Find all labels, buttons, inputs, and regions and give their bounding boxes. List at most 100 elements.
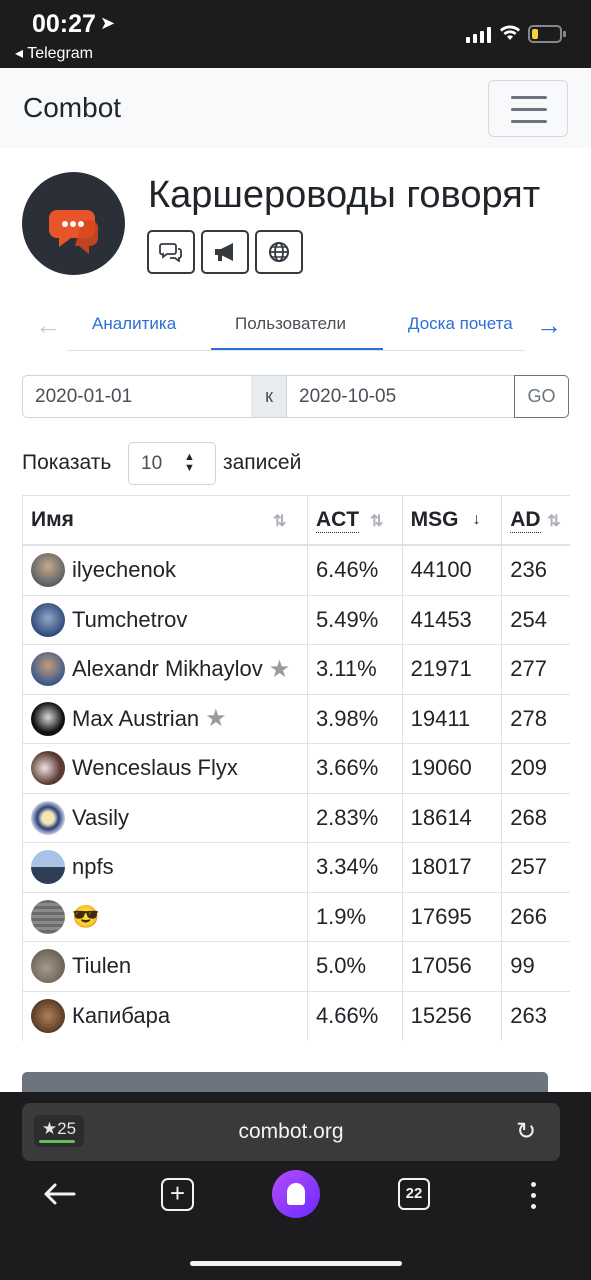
- table-row[interactable]: Tiulen 5.0% 17056 99: [23, 942, 570, 992]
- user-name[interactable]: Tiulen: [72, 953, 131, 979]
- more-menu-icon[interactable]: [531, 1182, 536, 1209]
- location-arrow-icon: ➤: [100, 13, 116, 33]
- group-title: Каршероводы говорят: [148, 174, 541, 216]
- act-value: 3.66%: [308, 744, 403, 793]
- back-app-label: Telegram: [27, 45, 93, 62]
- table-row[interactable]: Vasily 2.83% 18614 268: [23, 793, 570, 843]
- table-row[interactable]: npfs 3.34% 18017 257: [23, 843, 570, 893]
- col-header-msg-label: MSG: [410, 508, 459, 531]
- website-link-button[interactable]: [255, 230, 303, 274]
- ad-value: 209: [510, 755, 547, 781]
- entries-select[interactable]: 10: [128, 442, 216, 485]
- select-caret-icon: ▲ ▼: [184, 451, 195, 474]
- back-to-app-link[interactable]: ◂ Telegram: [15, 43, 93, 63]
- user-name[interactable]: npfs: [72, 854, 114, 880]
- ad-value: 266: [510, 903, 547, 929]
- user-name[interactable]: Max Austrian: [72, 706, 199, 732]
- sort-icon: ⇅: [547, 513, 561, 530]
- col-header-msg[interactable]: MSG ↓: [403, 496, 503, 544]
- channel-link-button[interactable]: [201, 230, 249, 274]
- status-time: 00:27: [32, 10, 96, 38]
- user-avatar: [31, 850, 65, 885]
- act-value: 2.83%: [308, 793, 403, 842]
- user-avatar: [31, 899, 65, 934]
- back-arrow-icon[interactable]: [42, 1182, 76, 1206]
- address-bar[interactable]: ★25 combot.org ↻: [22, 1103, 560, 1161]
- user-avatar: [31, 652, 65, 687]
- new-tab-icon[interactable]: +: [161, 1178, 194, 1211]
- records-label: записей: [223, 451, 302, 474]
- date-separator: к: [251, 375, 287, 418]
- sort-desc-icon: ↓: [472, 511, 481, 528]
- col-header-name-label: Имя: [31, 508, 74, 531]
- chat-bubbles-icon: [49, 210, 98, 254]
- show-label: Показать: [22, 451, 112, 474]
- tab-analytics[interactable]: Аналитика: [92, 314, 176, 334]
- act-value: 1.9%: [308, 892, 403, 941]
- group-avatar: [22, 172, 125, 275]
- table-row[interactable]: ilyechenok 6.46% 44100 236: [23, 546, 570, 596]
- user-avatar: [31, 553, 65, 588]
- user-name[interactable]: ilyechenok: [72, 557, 176, 583]
- tabs-prev-arrow-icon[interactable]: ←: [35, 310, 61, 341]
- table-row[interactable]: Tumchetrov 5.49% 41453 254: [23, 595, 570, 645]
- reload-icon[interactable]: ↻: [516, 1117, 536, 1146]
- ad-value: 268: [510, 804, 547, 830]
- active-tab-indicator: [211, 348, 383, 350]
- menu-toggle-button[interactable]: [488, 80, 568, 137]
- user-name[interactable]: Tumchetrov: [72, 607, 187, 633]
- act-value: 3.11%: [308, 645, 403, 694]
- url-text[interactable]: combot.org: [22, 1120, 560, 1144]
- voice-assistant-icon[interactable]: [272, 1170, 320, 1218]
- chat-link-button[interactable]: [147, 230, 195, 274]
- msg-value: 17056: [403, 942, 503, 991]
- brand-logo-text[interactable]: Combot: [23, 92, 121, 124]
- act-value: 5.49%: [308, 595, 403, 644]
- ad-value: 278: [510, 705, 547, 731]
- user-avatar: [31, 999, 65, 1034]
- user-name[interactable]: Vasily: [72, 805, 129, 831]
- user-name[interactable]: Wenceslaus Flyx: [72, 755, 238, 781]
- msg-value: 44100: [403, 546, 503, 595]
- act-value: 3.98%: [308, 694, 403, 743]
- act-value: 4.66%: [308, 991, 403, 1041]
- tab-leaderboard[interactable]: Доска почета: [408, 314, 525, 334]
- user-avatar: [31, 800, 65, 835]
- table-row[interactable]: 😎 1.9% 17695 266: [23, 892, 570, 942]
- wifi-icon: [500, 25, 520, 40]
- msg-value: 15256: [403, 991, 503, 1041]
- cellular-signal-icon: [466, 27, 491, 43]
- star-icon: ★: [268, 655, 291, 683]
- tabs-divider: [67, 350, 525, 351]
- col-header-ad[interactable]: AD ⇅: [502, 496, 570, 544]
- tab-users[interactable]: Пользователи: [235, 314, 346, 334]
- date-from-input[interactable]: 2020-01-01: [22, 375, 252, 418]
- table-row[interactable]: Wenceslaus Flyx 3.66% 19060 209: [23, 744, 570, 794]
- ad-value: 99: [510, 953, 535, 979]
- msg-value: 18614: [403, 793, 503, 842]
- col-header-act-label: ACT: [315, 507, 360, 533]
- table-header-row: Имя ⇅ ACT ⇅ MSG ↓ AD ⇅: [23, 496, 570, 546]
- table-row[interactable]: Max Austrian ★ 3.98% 19411 278: [23, 694, 570, 744]
- megaphone-icon: [215, 243, 233, 261]
- date-to-input[interactable]: 2020-10-05: [286, 375, 515, 418]
- user-name[interactable]: Капибара: [72, 1003, 170, 1029]
- col-header-name[interactable]: Имя ⇅: [23, 496, 308, 544]
- battery-icon: [528, 25, 566, 43]
- tabs-count-button[interactable]: 22: [398, 1178, 430, 1210]
- msg-value: 18017: [403, 843, 503, 892]
- globe-icon: [269, 242, 289, 262]
- users-table: Имя ⇅ ACT ⇅ MSG ↓ AD ⇅ ilyechenok 6.46% …: [22, 495, 570, 1041]
- navbar: Combot: [0, 68, 591, 148]
- status-bar: 00:27 ➤ ◂ Telegram: [0, 0, 591, 68]
- ad-value: 277: [510, 656, 547, 682]
- table-row[interactable]: Alexandr Mikhaylov ★ 3.11% 21971 277: [23, 645, 570, 695]
- tabs-next-arrow-icon[interactable]: →: [536, 310, 562, 341]
- table-row[interactable]: Капибара 4.66% 15256 263: [23, 991, 570, 1041]
- go-button[interactable]: GO: [514, 375, 569, 418]
- user-avatar: [31, 949, 65, 984]
- col-header-act[interactable]: ACT ⇅: [308, 496, 403, 544]
- user-name[interactable]: Alexandr Mikhaylov: [72, 656, 263, 682]
- user-name[interactable]: 😎: [72, 904, 99, 930]
- user-avatar: [31, 751, 65, 786]
